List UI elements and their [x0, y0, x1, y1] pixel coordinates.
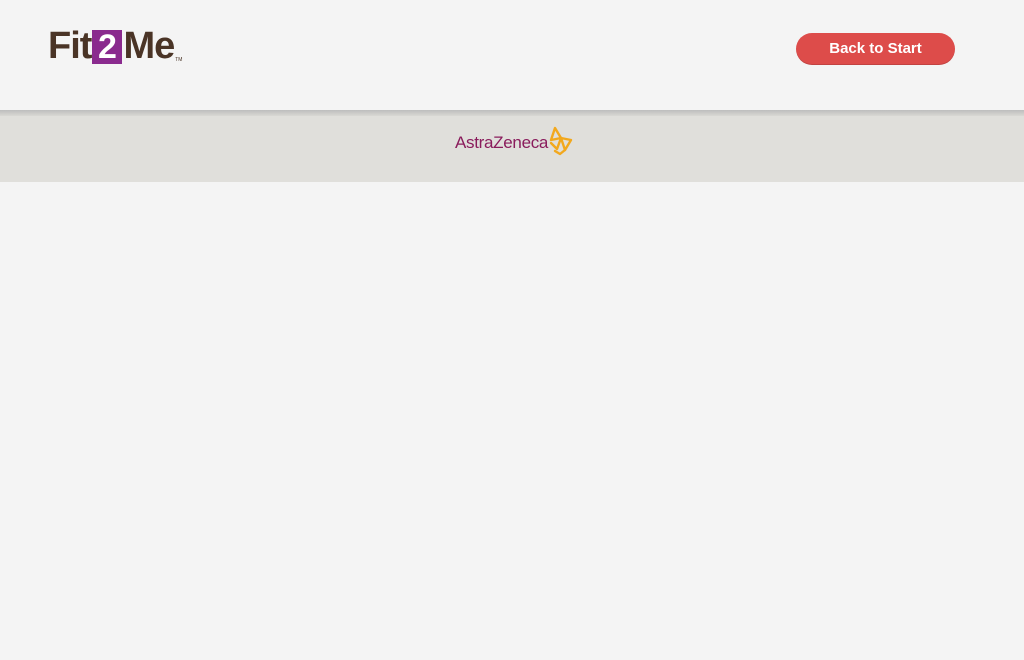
logo-trademark: TM	[175, 57, 183, 63]
logo-number: 2	[92, 30, 123, 65]
sponsor-bar: AstraZeneca	[0, 116, 1024, 182]
sponsor-name: AstraZeneca	[455, 133, 549, 152]
logo-prefix: Fit	[48, 25, 92, 67]
back-to-start-button[interactable]: Back to Start	[796, 33, 955, 65]
logo-suffix: Me	[123, 25, 175, 67]
app-header: Fit 2 Me TM Back to Start	[0, 0, 1024, 110]
fit2me-logo: Fit 2 Me TM	[48, 25, 182, 65]
main-content	[0, 182, 1024, 660]
astrazeneca-logo: AstraZeneca	[455, 122, 574, 156]
astrazeneca-symbol-icon	[549, 126, 573, 156]
